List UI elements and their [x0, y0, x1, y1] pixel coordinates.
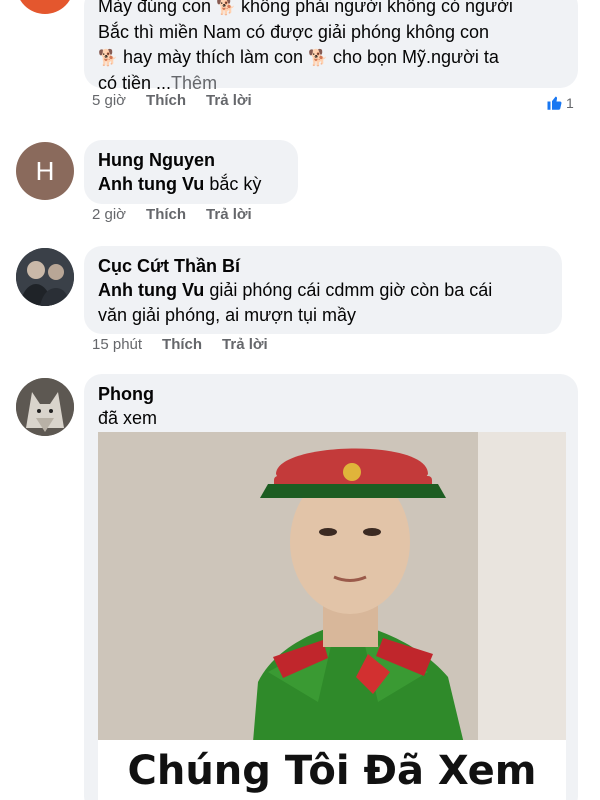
comment-text: đã xem [98, 408, 158, 428]
author-name[interactable]: Phong [98, 382, 564, 406]
mention-link[interactable]: Anh tung Vu [98, 174, 204, 194]
comment-text: Anh tung Vu giải phóng cái cdmm giờ còn … [98, 280, 493, 300]
comment-bubble: Cục Cứt Thần Bí Anh tung Vu giải phóng c… [84, 246, 562, 334]
like-button[interactable]: Thích [146, 92, 186, 109]
wolf-avatar [16, 378, 74, 436]
avatar[interactable] [16, 248, 74, 306]
thumbs-up-icon [547, 96, 562, 110]
photo-avatar [16, 248, 74, 306]
reaction-count[interactable]: 1 [546, 94, 574, 112]
comment-meta: 5 giờ Thích Trả lời [92, 92, 272, 109]
timestamp[interactable]: 15 phút [92, 336, 142, 353]
comment-text: 🐕 hay mày thích làm con 🐕 cho bọn Mỹ.ngư… [98, 45, 564, 71]
author-name[interactable]: Cục Cứt Thần Bí [98, 254, 548, 278]
mention-link[interactable]: Anh tung Vu [98, 280, 204, 300]
comment-bubble: Hung Nguyen Anh tung Vu bắc kỳ [84, 140, 298, 204]
comment-meta: 2 giờ Thích Trả lời [92, 206, 272, 223]
avatar[interactable]: H [16, 142, 74, 200]
avatar[interactable] [16, 378, 74, 436]
reply-button[interactable]: Trả lời [222, 336, 268, 353]
dog-icon: 🐕 [98, 50, 118, 67]
reply-button[interactable]: Trả lời [206, 92, 252, 109]
image-caption: Chúng Tôi Đã Xem [127, 748, 537, 794]
comment-text: Anh tung Vu bắc kỳ [98, 174, 262, 194]
like-button[interactable]: Thích [146, 206, 186, 223]
author-name[interactable]: Hung Nguyen [98, 148, 284, 172]
see-more-link[interactable]: Thêm [171, 73, 217, 93]
comment-text: văn giải phóng, ai mượn tụi mầy [98, 305, 356, 325]
dog-icon: 🐕 [216, 0, 237, 16]
like-button[interactable]: Thích [162, 336, 202, 353]
comment-text: Bắc thì miền Nam có được giải phóng khôn… [98, 22, 490, 42]
attached-image[interactable]: Chúng Tôi Đã Xem [98, 432, 566, 800]
comment-bubble: Mày đúng con 🐕 không phải người không có… [84, 0, 578, 93]
timestamp[interactable]: 2 giờ [92, 206, 126, 223]
dog-icon: 🐕 [308, 50, 328, 67]
avatar-initial: H [35, 155, 55, 186]
avatar[interactable] [16, 0, 74, 14]
timestamp[interactable]: 5 giờ [92, 92, 126, 109]
comment-text: Mày đúng con 🐕 không phải người không có… [98, 0, 564, 20]
reply-button[interactable]: Trả lời [206, 206, 252, 223]
comment-meta: 15 phút Thích Trả lời [92, 336, 288, 353]
